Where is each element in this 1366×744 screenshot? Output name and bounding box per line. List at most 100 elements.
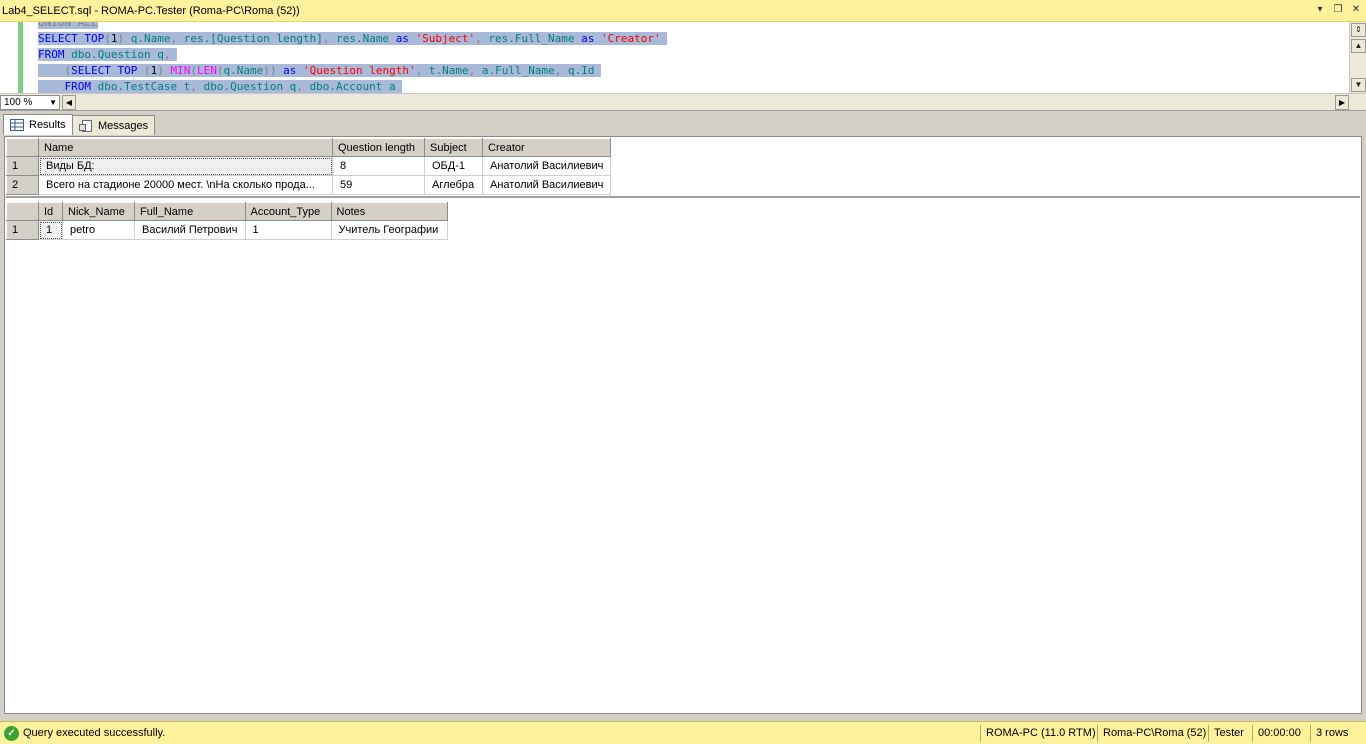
- code-token: ,: [415, 64, 429, 77]
- table-cell[interactable]: 1: [245, 220, 332, 240]
- column-header[interactable]: Full_Name: [134, 202, 246, 221]
- chevron-down-icon: ▼: [49, 98, 57, 107]
- editor-vertical-scrollbar[interactable]: ⇕ ▲ ▼: [1349, 22, 1366, 93]
- code-token: [395, 80, 403, 93]
- table-row[interactable]: 2 Всего на стадионе 20000 мест. \nНа ско…: [6, 175, 612, 195]
- status-elapsed: 00:00:00: [1252, 725, 1306, 742]
- code-token: 'Question length': [303, 64, 416, 77]
- code-token: ): [117, 32, 131, 45]
- table-cell[interactable]: ОБД-1: [424, 156, 483, 176]
- scroll-up-icon[interactable]: ▲: [1351, 39, 1366, 53]
- code-token: dbo.TestCase t: [97, 80, 191, 93]
- code-line[interactable]: SELECT TOP(1) q.Name, res.[Question leng…: [38, 31, 668, 47]
- table-row[interactable]: 1 Виды БД: 8 ОБД-1 Анатолий Василиевич: [6, 156, 612, 176]
- row-header-corner: [6, 202, 39, 221]
- scroll-down-icon[interactable]: ▼: [1351, 78, 1366, 92]
- result-table-1: Name Question length Subject Creator 1 В…: [6, 138, 612, 195]
- row-header-corner: [6, 138, 39, 157]
- table-cell[interactable]: Аглебра: [424, 175, 483, 195]
- code-token: t.Name: [428, 64, 469, 77]
- code-token: ,: [468, 64, 482, 77]
- row-number[interactable]: 1: [6, 220, 39, 240]
- restore-icon[interactable]: ❐: [1332, 3, 1344, 17]
- zoom-select[interactable]: 100 % ▼: [0, 95, 60, 110]
- row-number[interactable]: 2: [6, 175, 39, 195]
- scroll-left-icon[interactable]: ◀: [62, 95, 76, 110]
- column-header[interactable]: Notes: [330, 202, 448, 221]
- editor-statusrow: 100 % ▼ ◀ ▶: [0, 94, 1366, 111]
- table-cell[interactable]: Анатолий Василиевич: [482, 156, 612, 176]
- code-line[interactable]: FROM dbo.Question q,: [38, 47, 667, 63]
- row-number[interactable]: 1: [6, 156, 39, 176]
- code-token: LEN: [197, 64, 217, 77]
- document-titlebar: Lab4_SELECT.sql - ROMA-PC.Tester (Roma-P…: [0, 0, 1366, 22]
- split-icon[interactable]: ⇕: [1351, 23, 1366, 37]
- code-token: TOP: [84, 32, 105, 45]
- results-tabs: Results Messages: [0, 114, 1366, 136]
- code-token: q.Id: [567, 64, 595, 77]
- close-icon[interactable]: ✕: [1350, 3, 1362, 17]
- code-line[interactable]: (SELECT TOP (1) MIN(LEN(q.Name)) as 'Que…: [38, 63, 667, 79]
- column-header[interactable]: Creator: [481, 138, 612, 157]
- code-token: SELECT: [38, 32, 78, 45]
- query-editor[interactable]: UNION ALL SELECT TOP(1) q.Name, res.[Ques…: [0, 22, 1366, 94]
- messages-icon: [79, 119, 93, 132]
- code-token: 1: [110, 32, 118, 45]
- table-cell[interactable]: Всего на стадионе 20000 мест. \nНа сколь…: [38, 175, 333, 195]
- column-header[interactable]: Account_Type: [244, 202, 332, 221]
- code-token: ,: [190, 80, 204, 93]
- code-token: ,: [170, 32, 184, 45]
- code-token: [389, 32, 396, 45]
- table-cell[interactable]: Учитель Географии: [331, 220, 448, 240]
- code-token: )): [263, 64, 284, 77]
- code-token: res.Full_Name: [488, 32, 575, 45]
- code-token: SELECT: [71, 64, 111, 77]
- code-line[interactable]: UNION ALL: [38, 22, 667, 31]
- status-database: Tester: [1208, 725, 1249, 742]
- code-token: FROM: [38, 48, 65, 61]
- code-token: FROM: [64, 80, 91, 93]
- code-token: res.Name: [336, 32, 390, 45]
- table-cell[interactable]: petro: [62, 220, 135, 240]
- code-token: (: [144, 64, 151, 77]
- code-token: (: [104, 32, 111, 45]
- result-grid-1[interactable]: Name Question length Subject Creator 1 В…: [6, 138, 1360, 198]
- table-cell[interactable]: Виды БД:: [38, 156, 333, 176]
- table-cell[interactable]: 59: [332, 175, 425, 195]
- table-cell[interactable]: 1: [38, 220, 63, 240]
- scroll-right-icon[interactable]: ▶: [1335, 95, 1349, 110]
- column-header[interactable]: Id: [38, 202, 63, 221]
- results-pane: Name Question length Subject Creator 1 В…: [4, 136, 1362, 714]
- column-header[interactable]: Subject: [424, 138, 483, 157]
- code-token: ): [157, 64, 171, 77]
- document-title: Lab4_SELECT.sql - ROMA-PC.Tester (Roma-P…: [2, 4, 300, 17]
- code-token: [38, 80, 65, 93]
- code-token: ,: [296, 80, 310, 93]
- column-header[interactable]: Name: [38, 138, 333, 157]
- code-token: [170, 48, 178, 61]
- code-token: [91, 80, 98, 93]
- window-controls: ▾ ❐ ✕: [1314, 3, 1362, 17]
- code-line[interactable]: FROM dbo.TestCase t, dbo.Question q, dbo…: [38, 79, 667, 93]
- tab-results[interactable]: Results: [3, 114, 73, 135]
- code-token: as: [581, 32, 595, 45]
- tab-results-label: Results: [29, 119, 66, 131]
- code-token: q.Name: [130, 32, 171, 45]
- result-grid-2[interactable]: Id Nick_Name Full_Name Account_Type Note…: [6, 202, 1360, 712]
- code-token: 'Subject': [415, 32, 476, 45]
- tab-messages[interactable]: Messages: [72, 115, 156, 135]
- table-row[interactable]: 1 1 petro Василий Петрович 1 Учитель Гео…: [6, 220, 448, 240]
- code-token: TOP: [117, 64, 138, 77]
- table-cell[interactable]: Василий Петрович: [134, 220, 246, 240]
- code-token: [296, 64, 303, 77]
- table-cell[interactable]: Анатолий Василиевич: [482, 175, 612, 195]
- code-token: [137, 64, 144, 77]
- code-token: (: [190, 64, 197, 77]
- dropdown-icon[interactable]: ▾: [1314, 3, 1326, 17]
- editor-gutter: [0, 22, 23, 93]
- column-header[interactable]: Question length: [332, 138, 425, 157]
- change-marker: [18, 22, 23, 93]
- table-cell[interactable]: 8: [332, 156, 425, 176]
- column-header[interactable]: Nick_Name: [62, 202, 135, 221]
- sql-code[interactable]: UNION ALL SELECT TOP(1) q.Name, res.[Ques…: [38, 22, 668, 93]
